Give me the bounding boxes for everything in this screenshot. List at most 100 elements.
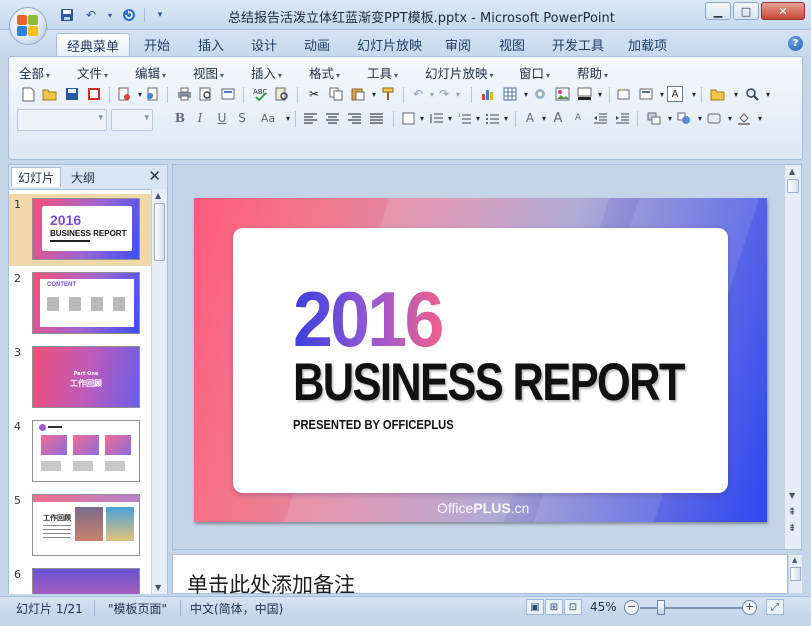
menu-insert[interactable]: 插入 ▾ (251, 63, 282, 82)
customize-qat-icon[interactable]: ▾ (151, 7, 169, 23)
tab-outline[interactable]: 大纲 (65, 167, 101, 187)
previous-slide-icon[interactable]: ⇞ (788, 508, 796, 518)
email-icon[interactable] (143, 85, 161, 103)
menu-format[interactable]: 格式 ▾ (309, 63, 340, 82)
layout-icon[interactable] (219, 85, 237, 103)
font-name-combo[interactable] (17, 109, 107, 131)
scroll-up-icon[interactable]: ▲ (155, 191, 161, 200)
chevron-down-icon[interactable]: ▾ (591, 85, 609, 103)
scrollbar-thumb[interactable] (790, 567, 801, 581)
tab-review[interactable]: 审阅 (435, 33, 481, 56)
chevron-down-icon[interactable]: ▾ (449, 85, 467, 103)
print-icon[interactable] (175, 85, 193, 103)
tab-addins[interactable]: 加载项 (618, 33, 677, 56)
zoom-in-icon[interactable]: + (742, 600, 757, 615)
notes-pane[interactable]: 单击此处添加备注 (172, 554, 788, 597)
maximize-button[interactable]: □ (733, 2, 759, 20)
fit-to-window-icon[interactable]: ⤢ (766, 599, 784, 615)
slides-panel-scrollbar[interactable]: ▲ ▼ (151, 189, 167, 594)
menu-tools[interactable]: 工具 ▾ (367, 63, 398, 82)
align-center-icon[interactable] (323, 109, 341, 127)
slide-sorter-view-icon[interactable]: ⊞ (545, 599, 563, 615)
zoom-slider-thumb[interactable] (656, 600, 665, 615)
slideshow-view-icon[interactable]: ⊡ (564, 599, 582, 615)
chevron-down-icon[interactable]: ▾ (759, 85, 777, 103)
close-panel-icon[interactable]: ✕ (148, 167, 161, 185)
slide-subtitle[interactable]: PRESENTED BY OFFICEPLUS (293, 417, 454, 432)
office-button[interactable] (9, 7, 47, 45)
redo-icon[interactable] (120, 7, 138, 23)
save-icon[interactable] (58, 7, 76, 23)
clipart-icon[interactable] (531, 85, 549, 103)
shrink-font-icon[interactable]: A (569, 109, 587, 127)
scroll-up-icon[interactable]: ▲ (792, 556, 797, 564)
underline-icon[interactable]: U (213, 109, 231, 127)
font-size-combo[interactable] (111, 109, 153, 131)
grow-font-icon[interactable]: A (549, 109, 567, 127)
minimize-button[interactable]: ▁ (705, 2, 731, 20)
change-case-icon[interactable]: Aa (255, 109, 281, 127)
chevron-down-icon[interactable]: ▾ (497, 109, 515, 127)
scrollbar-thumb[interactable] (154, 203, 165, 261)
slide-thumbnail-5[interactable]: 5 工作回顾 (9, 490, 152, 562)
help-icon[interactable]: ? (788, 36, 803, 51)
menu-file[interactable]: 文件 ▾ (77, 63, 108, 82)
undo-dropdown-icon[interactable]: ▾ (106, 7, 114, 23)
new-icon[interactable] (19, 85, 37, 103)
save-icon[interactable] (63, 85, 81, 103)
zoom-out-icon[interactable]: − (624, 600, 639, 615)
scroll-down-icon[interactable]: ▼ (789, 491, 795, 500)
slide-thumbnail-2[interactable]: 2 CONTENT (9, 268, 152, 340)
slide-thumbnail-3[interactable]: 3 Part One 工作回顾 (9, 342, 152, 414)
chevron-down-icon[interactable]: ▾ (751, 109, 769, 127)
justify-icon[interactable] (367, 109, 385, 127)
menu-edit[interactable]: 编辑 ▾ (135, 63, 166, 82)
next-slide-icon[interactable]: ⇟ (788, 524, 796, 534)
shadow-icon[interactable]: S (233, 109, 251, 127)
align-left-icon[interactable] (301, 109, 319, 127)
open-icon[interactable] (41, 85, 59, 103)
new-slide-icon[interactable] (615, 85, 633, 103)
bold-icon[interactable]: B (171, 109, 189, 127)
tab-animations[interactable]: 动画 (294, 33, 340, 56)
text-box-icon[interactable]: A (667, 86, 683, 102)
tab-slides[interactable]: 幻灯片 (11, 167, 62, 187)
research-icon[interactable] (273, 85, 291, 103)
slide-area-scrollbar[interactable]: ▲ ▼ ⇞ ⇟ (784, 165, 801, 549)
menu-help[interactable]: 帮助 ▾ (577, 63, 608, 82)
tab-classic-menu[interactable]: 经典菜单 (56, 33, 131, 56)
increase-indent-icon[interactable] (613, 109, 631, 127)
slide-title[interactable]: BUSINESS REPORT (293, 356, 685, 409)
cut-icon[interactable]: ✂ (305, 85, 323, 103)
slide-thumbnail-4[interactable]: 4 (9, 416, 152, 488)
picture-icon[interactable] (553, 85, 571, 103)
close-button[interactable]: ✕ (761, 2, 805, 20)
menu-all[interactable]: 全部 ▾ (19, 63, 50, 82)
tab-insert[interactable]: 插入 (188, 33, 234, 56)
folder-icon[interactable] (709, 85, 727, 103)
save-as-pdf-icon[interactable] (85, 85, 103, 103)
normal-view-icon[interactable]: ▣ (526, 599, 544, 615)
tab-home[interactable]: 开始 (134, 33, 180, 56)
copy-icon[interactable] (327, 85, 345, 103)
slide-thumbnail-6[interactable]: 6 (9, 564, 152, 594)
notes-placeholder[interactable]: 单击此处添加备注 (187, 569, 355, 599)
italic-icon[interactable]: I (191, 109, 209, 127)
menu-window[interactable]: 窗口 ▾ (519, 63, 550, 82)
decrease-indent-icon[interactable] (591, 109, 609, 127)
spelling-icon[interactable]: ABC (251, 85, 269, 103)
zoom-level[interactable]: 45% (590, 600, 617, 614)
print-preview-icon[interactable] (197, 85, 215, 103)
menu-slideshow[interactable]: 幻灯片放映 ▾ (425, 63, 494, 82)
align-right-icon[interactable] (345, 109, 363, 127)
scroll-up-icon[interactable]: ▲ (789, 167, 795, 176)
tab-developer[interactable]: 开发工具 (542, 33, 614, 56)
theme-name[interactable]: "模板页面" (108, 600, 167, 617)
language-indicator[interactable]: 中文(简体，中国) (190, 600, 283, 617)
notes-scrollbar[interactable]: ▲ (788, 554, 803, 594)
tab-view[interactable]: 视图 (489, 33, 535, 56)
slide-year[interactable]: 2016 (293, 280, 444, 358)
current-slide[interactable]: 2016 BUSINESS REPORT PRESENTED BY OFFICE… (194, 198, 767, 522)
chart-icon[interactable] (479, 85, 497, 103)
scrollbar-thumb[interactable] (787, 179, 799, 193)
